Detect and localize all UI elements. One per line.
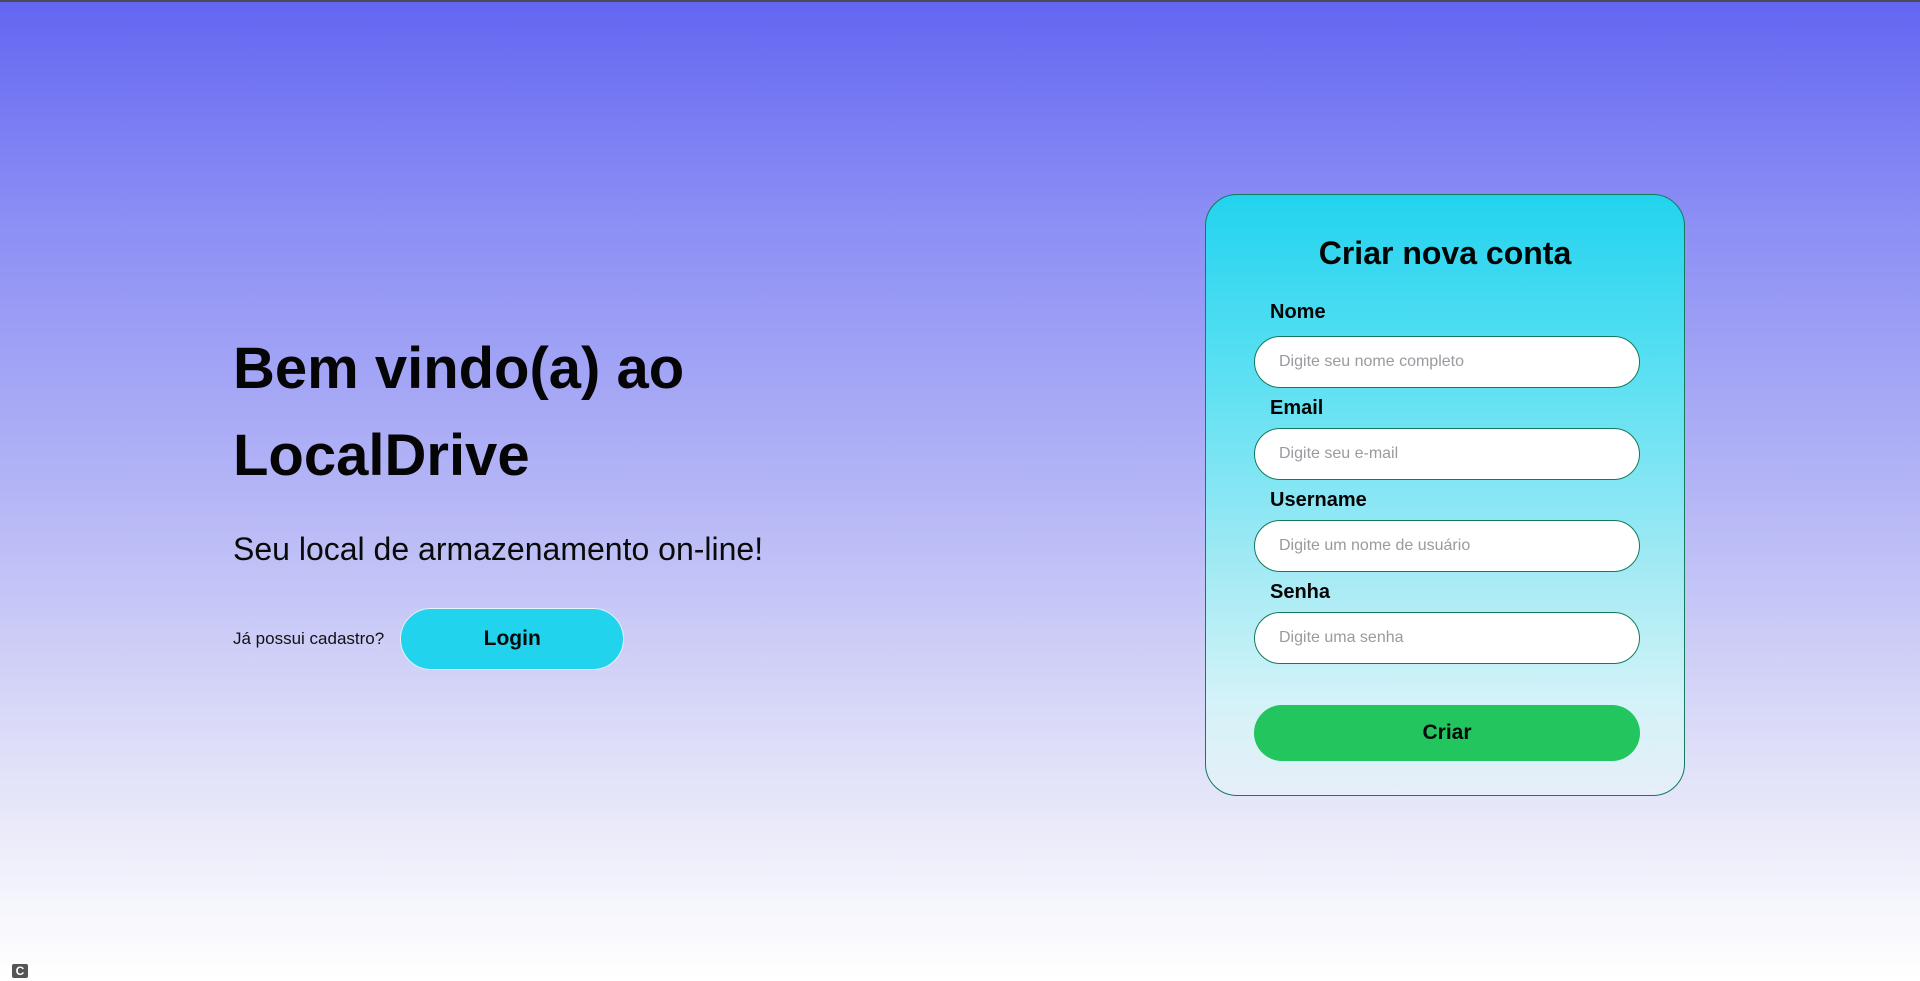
hero-section: Bem vindo(a) ao LocalDrive Seu local de …: [233, 325, 873, 569]
signup-form: Criar nova conta Nome Email Username Sen…: [1205, 194, 1685, 796]
login-button[interactable]: Login: [400, 608, 625, 670]
username-label: Username: [1270, 489, 1367, 511]
create-account-button[interactable]: Criar: [1254, 705, 1640, 761]
hero-title: Bem vindo(a) ao LocalDrive: [233, 325, 873, 499]
hero-subtitle: Seu local de armazenamento on-line!: [233, 531, 764, 567]
hero-title-line2: LocalDrive: [233, 423, 530, 488]
hero-title-line1: Bem vindo(a) ao: [233, 336, 685, 401]
name-label: Nome: [1270, 301, 1326, 323]
password-input[interactable]: [1254, 612, 1640, 664]
username-input[interactable]: [1254, 520, 1640, 572]
login-prompt: Já possui cadastro? Login: [233, 608, 625, 670]
password-label: Senha: [1270, 581, 1331, 603]
name-input[interactable]: [1254, 336, 1640, 388]
email-label: Email: [1270, 397, 1324, 419]
signup-form-title: Criar nova conta: [1318, 235, 1572, 271]
email-input[interactable]: [1254, 428, 1640, 480]
login-question-text: Já possui cadastro?: [233, 629, 385, 648]
extension-c-icon[interactable]: C: [12, 964, 28, 978]
